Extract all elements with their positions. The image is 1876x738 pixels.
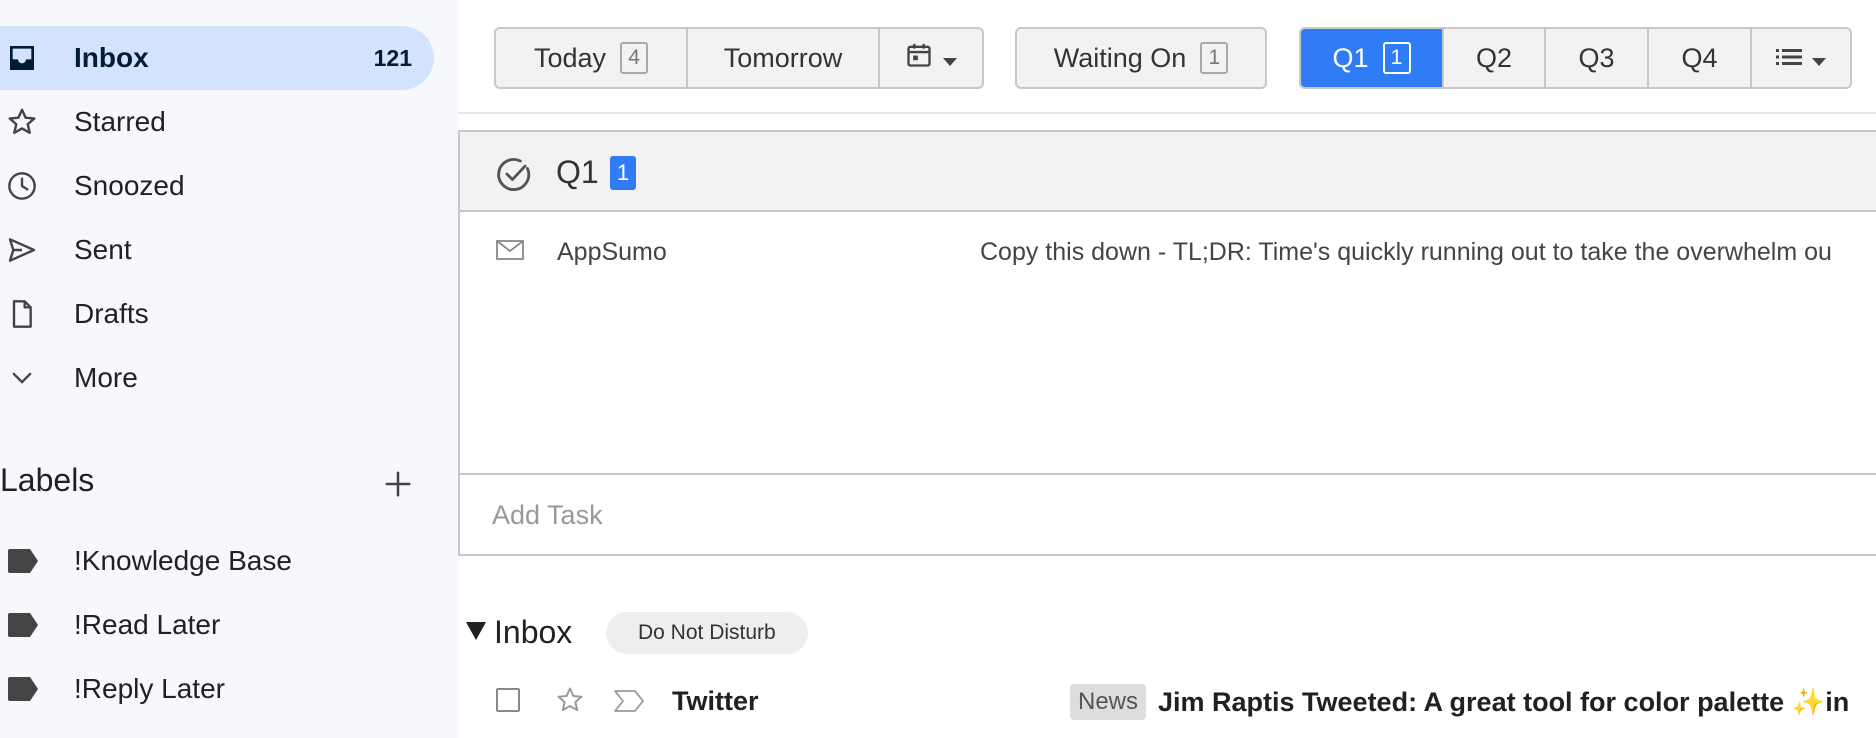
clock-icon [2, 166, 42, 206]
sidebar-item-label: Sent [74, 234, 132, 265]
label-icon [4, 605, 44, 645]
important-marker-icon[interactable] [612, 686, 646, 716]
q1-task-panel: Q1 1 AppSumo Copy this down - TL;DR: Tim… [458, 130, 1876, 556]
q4-label: Q4 [1681, 42, 1718, 73]
label-icon [4, 541, 44, 581]
q4-button[interactable]: Q4 [1649, 29, 1752, 87]
sidebar-item-inbox[interactable]: Inbox 121 [0, 26, 434, 90]
row-checkbox[interactable] [496, 688, 520, 712]
panel-count-badge: 1 [610, 156, 636, 190]
q1-label: Q1 [1332, 42, 1369, 73]
add-task-input[interactable] [492, 500, 1392, 531]
sidebar: Inbox 121 Starred Snoozed Sent Drafts Mo… [0, 0, 458, 738]
unread-count: 121 [373, 44, 412, 71]
tomorrow-label: Tomorrow [723, 42, 843, 73]
q2-button[interactable]: Q2 [1444, 29, 1546, 87]
sidebar-item-label: Drafts [74, 298, 149, 329]
sidebar-label-name: !Reply Later [74, 673, 225, 704]
toolbar-divider [458, 112, 1876, 114]
list-view-dropdown-button[interactable] [1752, 29, 1850, 87]
mail-sender: Twitter [672, 686, 759, 716]
task-subject: Copy this down - TL;DR: Time's quickly r… [980, 238, 1832, 266]
task-row[interactable]: AppSumo Copy this down - TL;DR: Time's q… [460, 212, 1876, 286]
inbox-section-title: Inbox [494, 614, 573, 650]
caret-down-icon [1812, 43, 1826, 74]
today-label: Today [533, 42, 607, 73]
sidebar-label-name: !Read Later [74, 609, 221, 640]
sidebar-item-label: Inbox [74, 42, 149, 73]
panel-title: Q1 [556, 154, 599, 190]
tomorrow-button[interactable]: Tomorrow [688, 29, 880, 87]
list-icon [1776, 43, 1802, 74]
send-icon [2, 230, 42, 270]
do-not-disturb-label: Do Not Disturb [638, 621, 776, 644]
today-button[interactable]: Today 4 [496, 29, 688, 87]
task-sender: AppSumo [557, 238, 667, 266]
waiting-count-badge: 1 [1200, 42, 1229, 74]
sidebar-item-label: Snoozed [74, 170, 185, 201]
plus-icon [383, 469, 413, 504]
mail-subject: Jim Raptis Tweeted: A great tool for col… [1158, 687, 1850, 717]
sidebar-item-label: Starred [74, 106, 166, 137]
panel-divider [460, 473, 1876, 475]
mail-row[interactable]: Twitter News Jim Raptis Tweeted: A great… [458, 674, 1876, 730]
sidebar-item-snoozed[interactable]: Snoozed [0, 154, 434, 218]
mail-label-tag: News [1070, 684, 1147, 720]
sidebar-label-name: !Knowledge Base [74, 545, 292, 576]
sidebar-item-starred[interactable]: Starred [0, 90, 434, 154]
add-label-button[interactable] [378, 466, 418, 506]
sidebar-item-sent[interactable]: Sent [0, 218, 434, 282]
labels-heading: Labels [0, 462, 95, 498]
caret-down-icon [943, 43, 957, 74]
q3-label: Q3 [1578, 42, 1615, 73]
sidebar-label-reply-later[interactable]: !Reply Later [0, 659, 434, 719]
quadrant-group: Q1 1 Q2 Q3 Q4 [1299, 27, 1852, 89]
today-count-badge: 4 [620, 42, 649, 74]
q1-count-badge: 1 [1382, 42, 1411, 74]
q2-label: Q2 [1475, 42, 1513, 73]
inbox-icon [2, 38, 42, 78]
q3-button[interactable]: Q3 [1546, 29, 1649, 87]
panel-header: Q1 1 [460, 132, 1876, 212]
star-icon[interactable] [554, 684, 586, 716]
sidebar-item-drafts[interactable]: Drafts [0, 282, 434, 346]
sidebar-item-label: More [74, 362, 138, 393]
star-icon [2, 102, 42, 142]
waiting-on-button[interactable]: Waiting On 1 [1017, 29, 1265, 87]
q1-button[interactable]: Q1 1 [1301, 29, 1444, 87]
chevron-down-icon [2, 358, 42, 398]
date-filter-group: Today 4 Tomorrow [494, 27, 984, 89]
check-circle-icon[interactable] [494, 154, 534, 194]
draft-icon [2, 294, 42, 334]
collapse-triangle-icon[interactable] [465, 620, 487, 642]
sidebar-label-knowledge-base[interactable]: !Knowledge Base [0, 531, 434, 591]
sidebar-label-read-later[interactable]: !Read Later [0, 595, 434, 655]
mail-icon [494, 234, 526, 266]
calendar-icon [905, 41, 933, 76]
waiting-on-group: Waiting On 1 [1015, 27, 1267, 89]
label-icon [4, 669, 44, 709]
waiting-on-label: Waiting On [1053, 42, 1187, 73]
sidebar-item-more[interactable]: More [0, 346, 434, 410]
do-not-disturb-chip[interactable]: Do Not Disturb [606, 612, 808, 654]
calendar-dropdown-button[interactable] [880, 29, 982, 87]
